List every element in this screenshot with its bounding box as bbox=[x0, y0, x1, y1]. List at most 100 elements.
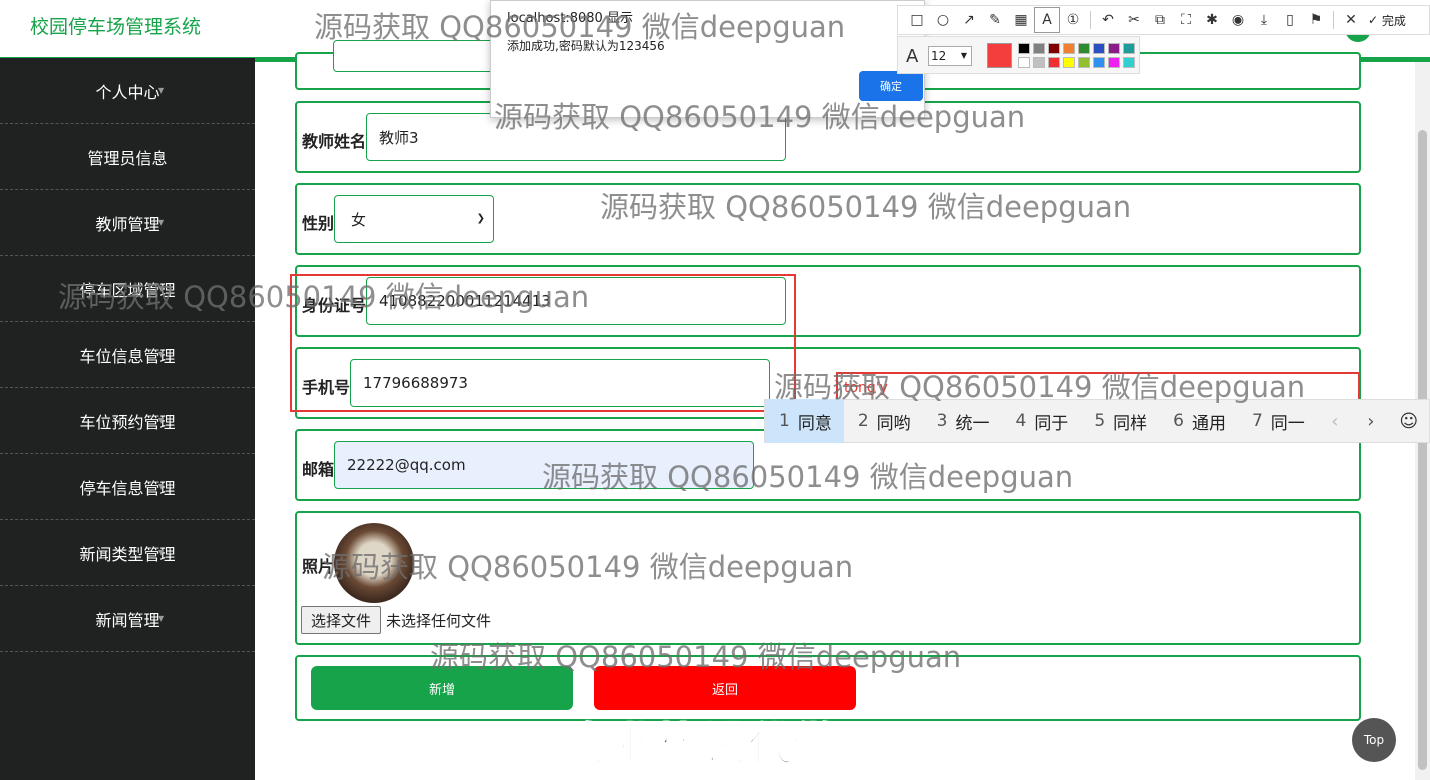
caret-down-icon: ▼ bbox=[158, 218, 165, 227]
color-swatch[interactable] bbox=[1033, 43, 1045, 54]
color-swatch[interactable] bbox=[1048, 57, 1060, 68]
ocr-icon[interactable]: ⧉ bbox=[1147, 7, 1173, 33]
toolbar-separator bbox=[1090, 11, 1091, 29]
sidebar-item-teacher-management[interactable]: 教师管理 ▼ bbox=[0, 190, 255, 256]
ime-candidate-bar: 1 同意 2 同哟 3 统一 4 同于 5 同样 6 通用 7 同一 ‹ › ☺ bbox=[764, 399, 1430, 443]
sidebar-item-profile[interactable]: 个人中心 ▼ bbox=[0, 58, 255, 124]
sidebar-item-label: 个人中心 bbox=[95, 82, 160, 102]
ime-candidate[interactable]: 6 通用 bbox=[1159, 399, 1238, 443]
text-style-panel: A 12 ▼ bbox=[897, 36, 1140, 74]
ime-candidate[interactable]: 7 同一 bbox=[1238, 399, 1317, 443]
email-input[interactable]: 22222@qq.com bbox=[334, 441, 754, 489]
gender-label: 性别 bbox=[302, 214, 335, 233]
chevron-right-icon[interactable]: › bbox=[1353, 399, 1389, 443]
color-swatch[interactable] bbox=[1108, 43, 1120, 54]
color-swatch[interactable] bbox=[1018, 43, 1030, 54]
color-swatch[interactable] bbox=[1018, 57, 1030, 68]
scrollbar-thumb[interactable] bbox=[1418, 130, 1427, 770]
sidebar-item-parking-info[interactable]: 停车信息管理 ▼ bbox=[0, 454, 255, 520]
back-button[interactable]: 返回 bbox=[594, 666, 856, 710]
sidebar-item-space-info[interactable]: 车位信息管理 ▼ bbox=[0, 322, 255, 388]
color-swatch[interactable] bbox=[1123, 57, 1135, 68]
color-swatch[interactable] bbox=[1048, 43, 1060, 54]
choose-file-button[interactable]: 选择文件 bbox=[301, 606, 381, 634]
color-swatch[interactable] bbox=[1078, 57, 1090, 68]
alert-title: localhost:8080 显示 bbox=[507, 11, 633, 26]
caret-down-icon: ▼ bbox=[158, 548, 165, 557]
sidebar-item-admin-info[interactable]: 管理员信息 ▼ bbox=[0, 124, 255, 190]
gender-select[interactable]: 女 ❯ bbox=[334, 195, 494, 243]
number-tool-icon[interactable]: ① bbox=[1060, 7, 1086, 33]
teacher-name-label: 教师姓名 bbox=[302, 132, 367, 151]
form-row-gender: 性别 女 ❯ bbox=[295, 183, 1361, 255]
scan-icon[interactable]: ⛶ bbox=[1173, 7, 1199, 33]
alert-ok-button[interactable]: 确定 bbox=[859, 71, 923, 101]
photo-label: 照片 bbox=[302, 557, 335, 576]
caret-down-icon: ▼ bbox=[158, 614, 165, 623]
text-tool-icon[interactable]: A bbox=[1034, 7, 1060, 33]
caret-down-icon: ▼ bbox=[158, 416, 165, 425]
teacher-name-input[interactable]: 教师3 bbox=[366, 113, 786, 161]
sidebar-item-parking-area[interactable]: 停车区域管理 ▼ bbox=[0, 256, 255, 322]
color-swatch[interactable] bbox=[1033, 57, 1045, 68]
check-icon: ✓ bbox=[1368, 13, 1379, 27]
alert-message: 添加成功,密码默认为123456 bbox=[507, 39, 665, 53]
add-button[interactable]: 新增 bbox=[311, 666, 573, 710]
sidebar-item-space-reservation[interactable]: 车位预约管理 ▼ bbox=[0, 388, 255, 454]
arrow-tool-icon[interactable]: ↗ bbox=[956, 7, 982, 33]
pen-tool-icon[interactable]: ✎ bbox=[982, 7, 1008, 33]
chevron-down-icon: ▼ bbox=[960, 51, 967, 60]
sidebar-item-label: 教师管理 bbox=[95, 214, 160, 234]
sidebar-item-label: 新闻管理 bbox=[95, 610, 160, 630]
pin-icon[interactable]: ✱ bbox=[1199, 7, 1225, 33]
back-to-top-button[interactable]: Top bbox=[1352, 718, 1396, 762]
brand-title: 校园停车场管理系统 bbox=[30, 16, 202, 38]
bookmark-icon[interactable]: ⚑ bbox=[1303, 7, 1329, 33]
color-swatch[interactable] bbox=[1093, 57, 1105, 68]
ellipse-tool-icon[interactable]: ○ bbox=[930, 7, 956, 33]
color-swatch[interactable] bbox=[1108, 57, 1120, 68]
chevron-left-icon[interactable]: ‹ bbox=[1317, 399, 1353, 443]
photo-preview bbox=[334, 523, 414, 603]
toolbar-separator bbox=[1333, 11, 1334, 29]
rectangle-tool-icon[interactable]: □ bbox=[904, 7, 930, 33]
ime-composition-box: tong'y bbox=[836, 372, 1360, 400]
ime-candidate[interactable]: 4 同于 bbox=[1001, 399, 1080, 443]
caret-down-icon: ▼ bbox=[158, 86, 165, 95]
font-size-icon: A bbox=[906, 46, 919, 67]
sidebar-item-news[interactable]: 新闻管理 ▼ bbox=[0, 586, 255, 652]
done-button[interactable]: ✓ 完成 bbox=[1368, 12, 1406, 29]
watermark-big-text: 专业毕设代做 bbox=[567, 717, 839, 772]
caret-down-icon: ▼ bbox=[158, 350, 165, 359]
phone-icon[interactable]: ▯ bbox=[1277, 7, 1303, 33]
ime-candidate[interactable]: 1 同意 bbox=[765, 399, 844, 443]
email-label: 邮箱 bbox=[302, 460, 335, 479]
color-swatch[interactable] bbox=[1123, 43, 1135, 54]
ime-candidate[interactable]: 3 统一 bbox=[923, 399, 1002, 443]
download-icon[interactable]: ⤓ bbox=[1251, 7, 1277, 33]
color-swatch[interactable] bbox=[1093, 43, 1105, 54]
ime-candidate[interactable]: 5 同样 bbox=[1080, 399, 1159, 443]
caret-down-icon: ▼ bbox=[158, 284, 165, 293]
record-icon[interactable]: ◉ bbox=[1225, 7, 1251, 33]
annotation-rectangle bbox=[290, 274, 796, 412]
mosaic-tool-icon[interactable]: ▦ bbox=[1008, 7, 1034, 33]
color-swatch[interactable] bbox=[1063, 43, 1075, 54]
current-color-swatch[interactable] bbox=[987, 43, 1012, 68]
file-status-text: 未选择任何文件 bbox=[386, 612, 492, 630]
ime-candidate[interactable]: 2 同哟 bbox=[844, 399, 923, 443]
color-swatch[interactable] bbox=[1078, 43, 1090, 54]
eraser-icon[interactable]: ✂ bbox=[1121, 7, 1147, 33]
font-size-value: 12 bbox=[931, 49, 947, 63]
emoji-icon[interactable]: ☺ bbox=[1389, 399, 1429, 443]
undo-icon[interactable]: ↶ bbox=[1095, 7, 1121, 33]
color-palette bbox=[1018, 43, 1135, 68]
color-swatch[interactable] bbox=[1063, 57, 1075, 68]
sidebar-item-news-type[interactable]: 新闻类型管理 ▼ bbox=[0, 520, 255, 586]
font-size-select[interactable]: 12 ▼ bbox=[928, 46, 972, 66]
alert-dialog: localhost:8080 显示 添加成功,密码默认为123456 确定 bbox=[490, 0, 925, 118]
caret-down-icon: ▼ bbox=[158, 482, 165, 491]
caret-down-icon: ▼ bbox=[158, 152, 165, 161]
close-icon[interactable]: ✕ bbox=[1338, 7, 1364, 33]
ime-composition-text: tong'y bbox=[844, 380, 888, 396]
